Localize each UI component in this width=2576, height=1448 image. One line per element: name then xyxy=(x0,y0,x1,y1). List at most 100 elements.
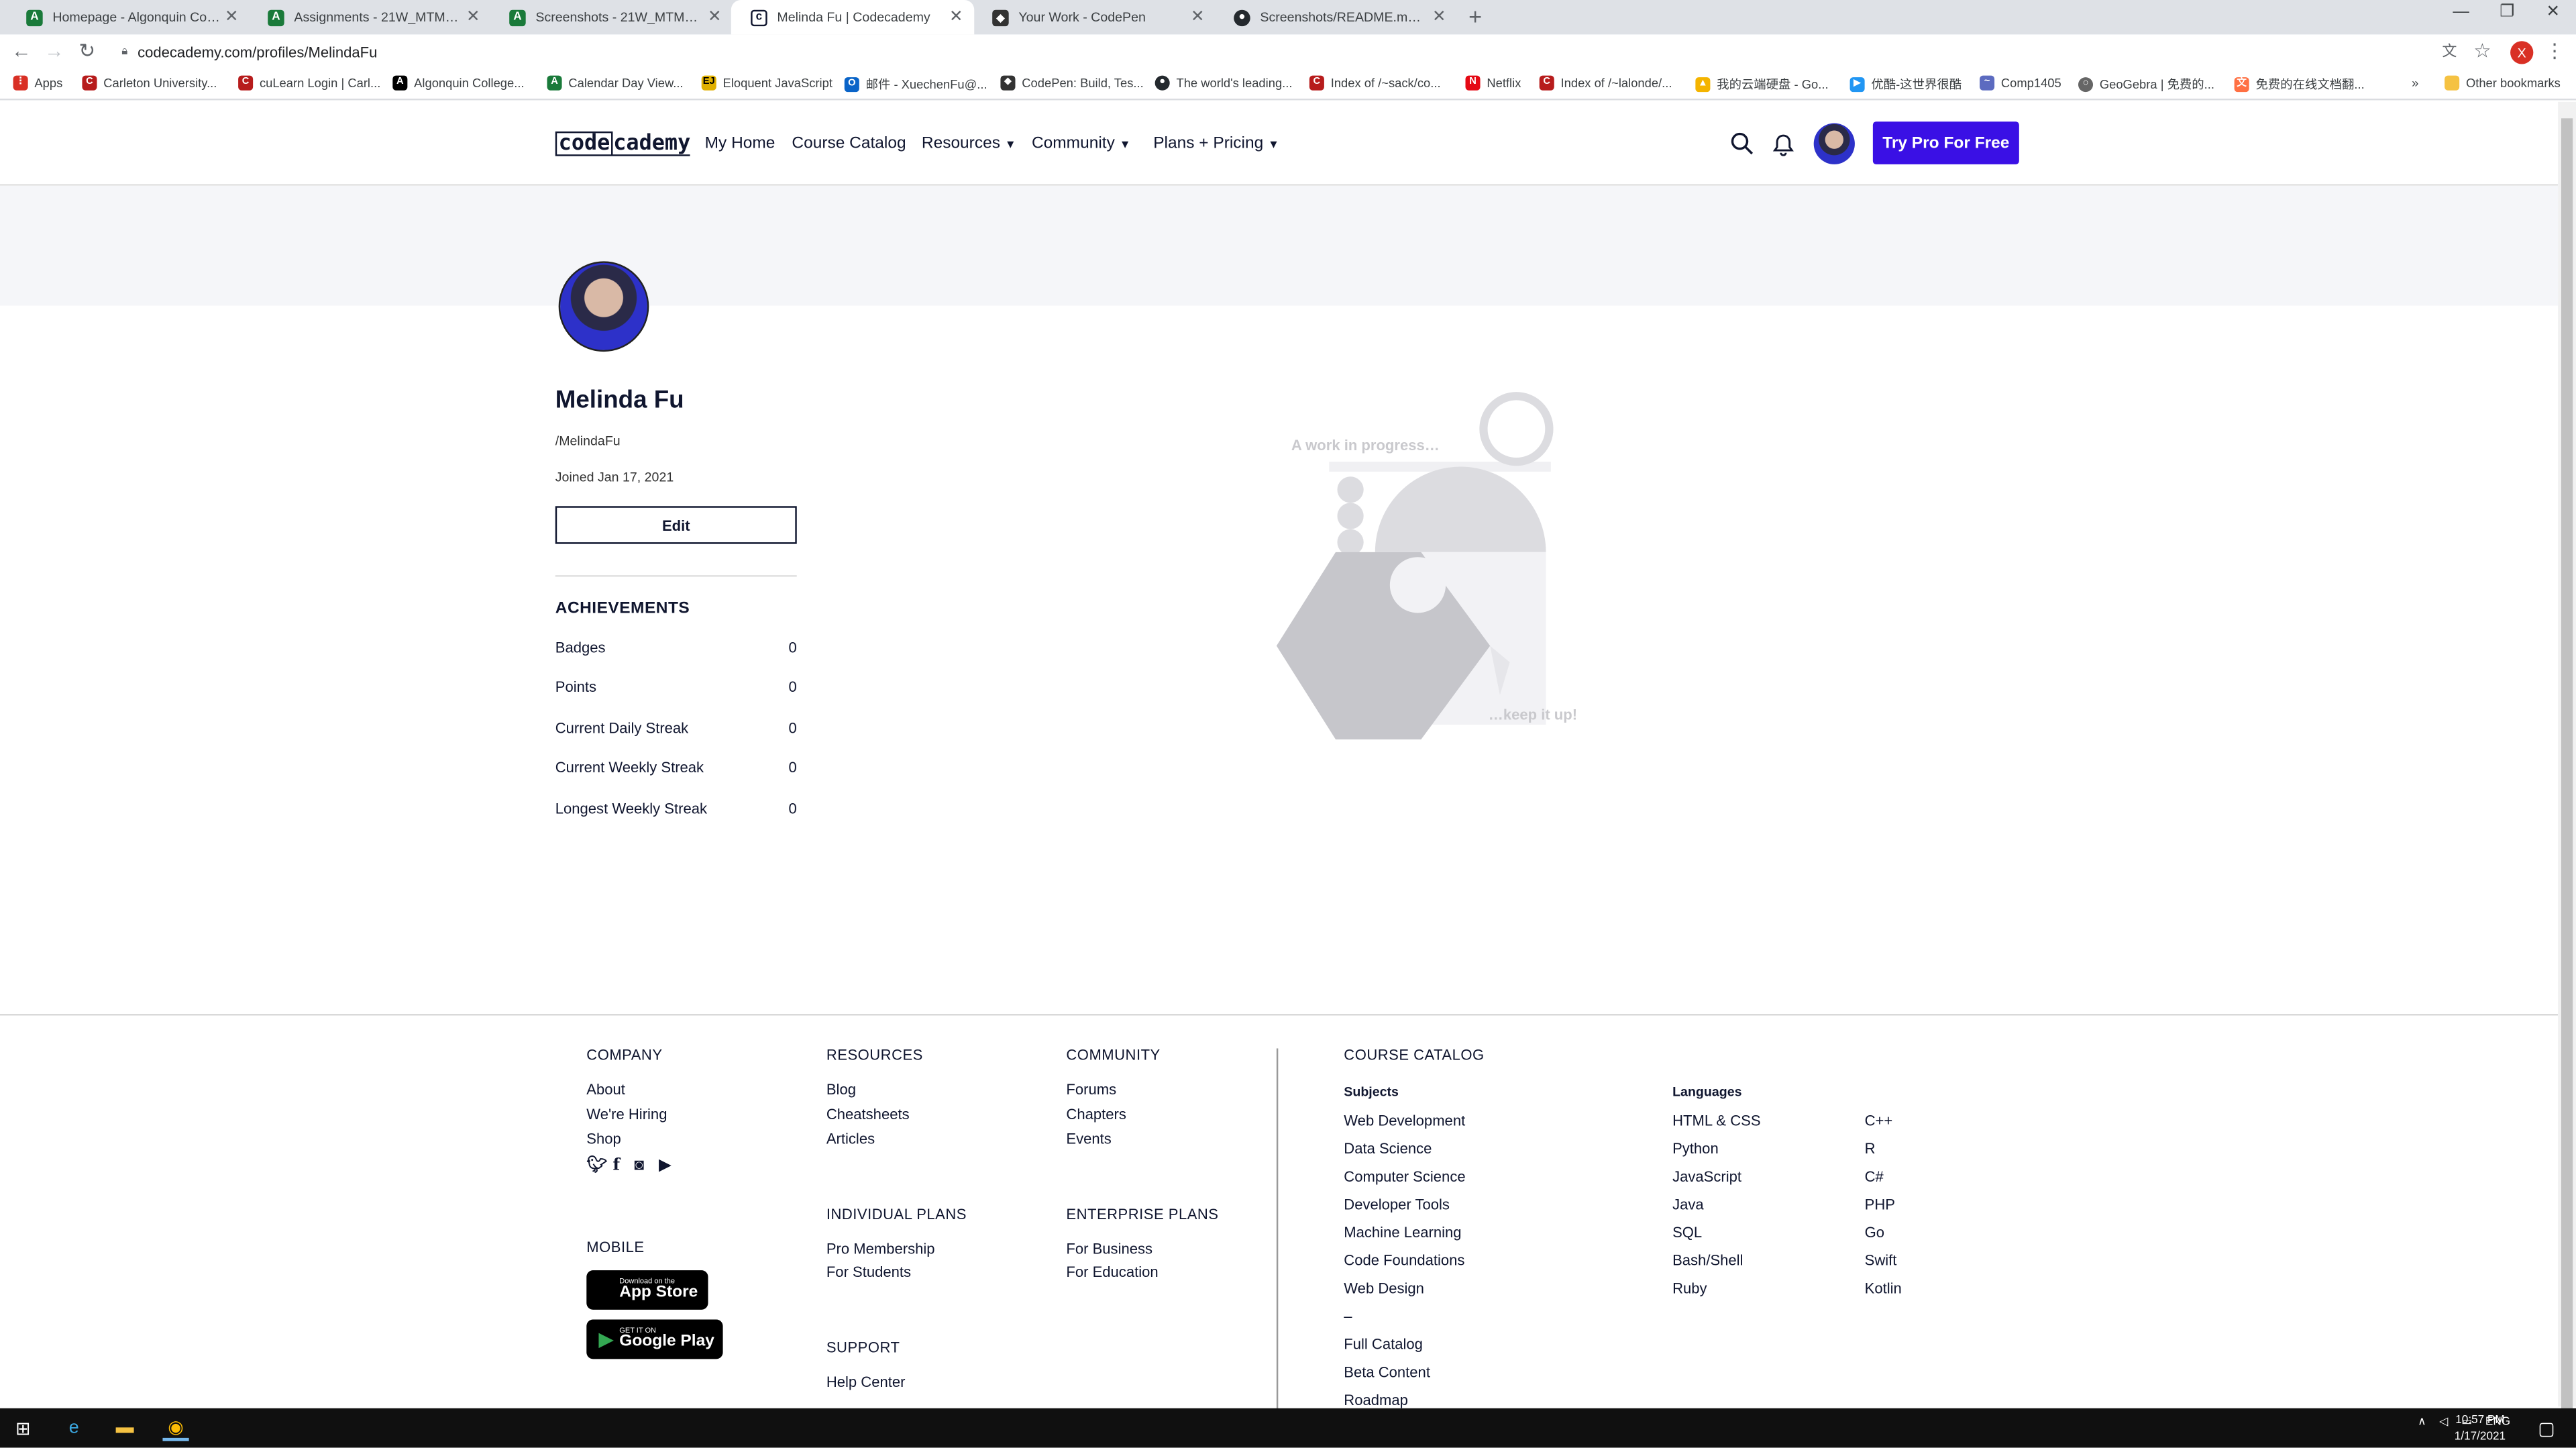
translate-icon[interactable]: 文 xyxy=(2438,40,2461,61)
volume-icon[interactable]: ◁ xyxy=(2439,1415,2448,1428)
forward-icon[interactable]: → xyxy=(43,40,66,62)
bookmark-carleton[interactable]: C Carleton University... xyxy=(82,75,217,91)
footer-link-for-education[interactable]: For Education xyxy=(1066,1263,1158,1280)
bookmark-apps[interactable]: ⋮ Apps xyxy=(13,75,62,91)
nav-course-catalog[interactable]: Course Catalog xyxy=(792,135,906,153)
footer-language-link[interactable]: Swift xyxy=(1865,1252,1897,1268)
tab-screenshots[interactable]: A Screenshots - 21W_MTM1526_3 ✕ xyxy=(490,0,733,34)
bell-icon[interactable] xyxy=(1772,133,1794,156)
bookmark-eloquent-js[interactable]: EJ Eloquent JavaScript xyxy=(701,75,833,91)
google-play-badge[interactable]: ▶ GET IT ON Google Play xyxy=(586,1319,723,1359)
file-explorer-icon[interactable]: ▬ xyxy=(112,1415,138,1441)
footer-language-link[interactable]: Python xyxy=(1672,1141,1719,1157)
twitter-icon[interactable]: 🐦︎ xyxy=(586,1157,607,1175)
menu-icon[interactable]: ⋮ xyxy=(2543,40,2566,62)
bookmark-index-sack[interactable]: C Index of /~sack/co... xyxy=(1309,75,1441,91)
bookmark-culearn[interactable]: CcuLearn Login | Carl... xyxy=(238,75,380,91)
nav-resources[interactable]: Resources ▼ xyxy=(922,135,1016,153)
footer-link-chapters[interactable]: Chapters xyxy=(1066,1106,1126,1122)
footer-link-beta-content[interactable]: Beta Content xyxy=(1344,1364,1430,1380)
chrome-icon[interactable]: ◉ xyxy=(162,1415,189,1441)
windows-start-icon[interactable]: ⊞ xyxy=(10,1415,36,1441)
footer-subject-link[interactable]: Machine Learning xyxy=(1344,1225,1461,1241)
footer-link-events[interactable]: Events xyxy=(1066,1131,1111,1147)
footer-language-link[interactable]: Java xyxy=(1672,1196,1704,1212)
footer-link-shop[interactable]: Shop xyxy=(586,1131,621,1147)
bookmark-outlook[interactable]: O 邮件 - XuechenFu@... xyxy=(844,76,987,94)
footer-subject-link[interactable]: Computer Science xyxy=(1344,1168,1465,1184)
footer-language-link[interactable]: Ruby xyxy=(1672,1280,1707,1296)
close-icon[interactable]: ✕ xyxy=(1186,8,1209,26)
footer-language-link[interactable]: Kotlin xyxy=(1865,1280,1902,1296)
edit-profile-button[interactable]: Edit xyxy=(555,506,797,544)
footer-link-for-business[interactable]: For Business xyxy=(1066,1241,1152,1257)
bookmark-netflix[interactable]: N Netflix xyxy=(1465,75,1521,91)
close-icon[interactable]: ✕ xyxy=(1428,8,1450,26)
edge-icon[interactable]: e xyxy=(61,1415,87,1441)
user-avatar[interactable] xyxy=(1813,123,1855,164)
nav-my-home[interactable]: My Home xyxy=(705,135,775,153)
other-bookmarks[interactable]: Other bookmarks xyxy=(2445,75,2561,91)
url-field[interactable]: 🔒︎ codecademy.com/profiles/MelindaFu xyxy=(112,38,2428,67)
bookmark-algonquin[interactable]: A Algonquin College... xyxy=(392,75,525,91)
page-scrollbar[interactable] xyxy=(2558,101,2576,1410)
footer-link-help-center[interactable]: Help Center xyxy=(826,1374,906,1390)
tab-codepen[interactable]: ◆ Your Work - CodePen ✕ xyxy=(973,0,1216,34)
footer-link-for-students[interactable]: For Students xyxy=(826,1263,911,1280)
footer-language-link[interactable]: C# xyxy=(1865,1168,1884,1184)
more-bookmarks-button[interactable]: » xyxy=(2412,76,2418,91)
try-pro-button[interactable]: Try Pro For Free xyxy=(1872,121,2019,164)
bookmark-codepen[interactable]: ◆ CodePen: Build, Tes... xyxy=(1000,75,1144,91)
instagram-icon[interactable]: ◙ xyxy=(634,1157,644,1175)
footer-subject-link[interactable]: Developer Tools xyxy=(1344,1196,1450,1212)
footer-language-link[interactable]: JavaScript xyxy=(1672,1168,1741,1184)
bookmark-geogebra[interactable]: ○ GeoGebra | 免费的... xyxy=(2078,76,2214,94)
footer-subject-link[interactable]: Web Development xyxy=(1344,1113,1465,1129)
bookmark-index-lalonde[interactable]: C Index of /~lalonde/... xyxy=(1539,75,1672,91)
footer-link-about[interactable]: About xyxy=(586,1081,625,1097)
bookmark-calendar[interactable]: A Calendar Day View... xyxy=(547,75,684,91)
close-icon[interactable]: ✕ xyxy=(703,8,726,26)
footer-language-link[interactable]: C++ xyxy=(1865,1113,1893,1129)
close-window-button[interactable]: ✕ xyxy=(2536,3,2569,21)
bookmark-youku[interactable]: ▶ 优酷-这世界很酷 xyxy=(1849,76,1962,94)
bookmark-comp1405[interactable]: ~ Comp1405 xyxy=(1980,75,2061,91)
nav-plans-pricing[interactable]: Plans + Pricing ▼ xyxy=(1153,135,1279,153)
minimize-button[interactable]: — xyxy=(2445,3,2477,21)
tab-assignments[interactable]: A Assignments - 21W_MTM1526_3 ✕ xyxy=(248,0,491,34)
new-tab-button[interactable]: + xyxy=(1462,3,1489,30)
codecademy-logo[interactable]: code cademy xyxy=(555,130,691,158)
footer-link-full-catalog[interactable]: Full Catalog xyxy=(1344,1336,1423,1352)
footer-subject-link[interactable]: Code Foundations xyxy=(1344,1252,1464,1268)
footer-subject-link[interactable]: Web Design xyxy=(1344,1280,1424,1296)
footer-subject-link[interactable]: Data Science xyxy=(1344,1141,1432,1157)
back-icon[interactable]: ← xyxy=(10,40,33,62)
footer-language-link[interactable]: HTML & CSS xyxy=(1672,1113,1760,1129)
tab-github[interactable]: ● Screenshots/README.md at mai ✕ xyxy=(1214,0,1457,34)
search-icon[interactable] xyxy=(1730,132,1755,156)
taskbar-clock[interactable]: 10:57 PM 1/17/2021 xyxy=(2455,1413,2506,1446)
footer-language-link[interactable]: Go xyxy=(1865,1225,1884,1241)
reload-icon[interactable]: ↻ xyxy=(76,40,99,62)
nav-community[interactable]: Community ▼ xyxy=(1032,135,1131,153)
footer-language-link[interactable]: R xyxy=(1865,1141,1876,1157)
footer-link-hiring[interactable]: We're Hiring xyxy=(586,1106,667,1122)
app-store-badge[interactable]: Download on the App Store xyxy=(586,1270,708,1310)
close-icon[interactable]: ✕ xyxy=(945,8,967,26)
bookmark-drive[interactable]: ▲ 我的云端硬盘 - Go... xyxy=(1695,76,1829,94)
tab-algonquin-homepage[interactable]: A Homepage - Algonquin College ✕ xyxy=(7,0,250,34)
close-icon[interactable]: ✕ xyxy=(462,8,484,26)
bookmark-github[interactable]: ● The world's leading... xyxy=(1155,75,1292,91)
profile-avatar[interactable]: X xyxy=(2510,41,2534,64)
footer-language-link[interactable]: Bash/Shell xyxy=(1672,1252,1743,1268)
bookmark-translate[interactable]: 文免费的在线文档翻... xyxy=(2234,76,2365,94)
footer-link-forums[interactable]: Forums xyxy=(1066,1081,1116,1097)
restore-button[interactable]: ❐ xyxy=(2491,3,2524,21)
tab-codecademy[interactable]: c Melinda Fu | Codecademy ✕ xyxy=(731,0,975,35)
footer-link-cheatsheets[interactable]: Cheatsheets xyxy=(826,1106,910,1122)
youtube-icon[interactable]: ▶ xyxy=(659,1157,672,1175)
footer-language-link[interactable]: SQL xyxy=(1672,1225,1702,1241)
scrollbar-thumb[interactable] xyxy=(2561,118,2573,1410)
footer-link-roadmap[interactable]: Roadmap xyxy=(1344,1392,1408,1408)
footer-link-articles[interactable]: Articles xyxy=(826,1131,875,1147)
